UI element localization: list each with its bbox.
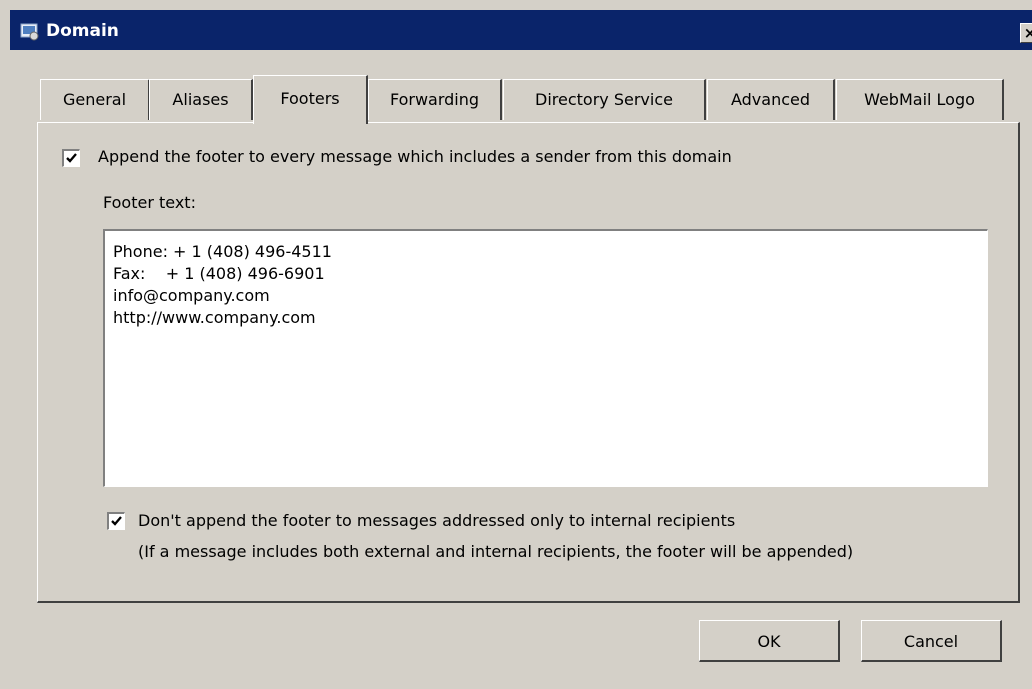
- domain-dialog: Domain × General Aliases Footers Forward…: [0, 0, 1032, 689]
- tab-webmail-logo[interactable]: WebMail Logo: [836, 79, 1004, 120]
- domain-window-icon: [20, 23, 39, 41]
- tab-strip: General Aliases Footers Forwarding Direc…: [40, 75, 1020, 124]
- tab-forwarding[interactable]: Forwarding: [368, 79, 502, 120]
- tab-advanced[interactable]: Advanced: [707, 79, 835, 120]
- tab-directory-service[interactable]: Directory Service: [503, 79, 706, 120]
- footers-panel: [37, 122, 1020, 603]
- cancel-button[interactable]: Cancel: [861, 620, 1002, 662]
- tab-aliases[interactable]: Aliases: [149, 79, 253, 120]
- close-button[interactable]: ×: [1020, 23, 1032, 43]
- title-bar: Domain ×: [10, 10, 1032, 50]
- tab-general[interactable]: General: [40, 79, 150, 120]
- window-title: Domain: [46, 21, 119, 41]
- ok-button[interactable]: OK: [699, 620, 840, 662]
- tab-footers[interactable]: Footers: [253, 75, 368, 124]
